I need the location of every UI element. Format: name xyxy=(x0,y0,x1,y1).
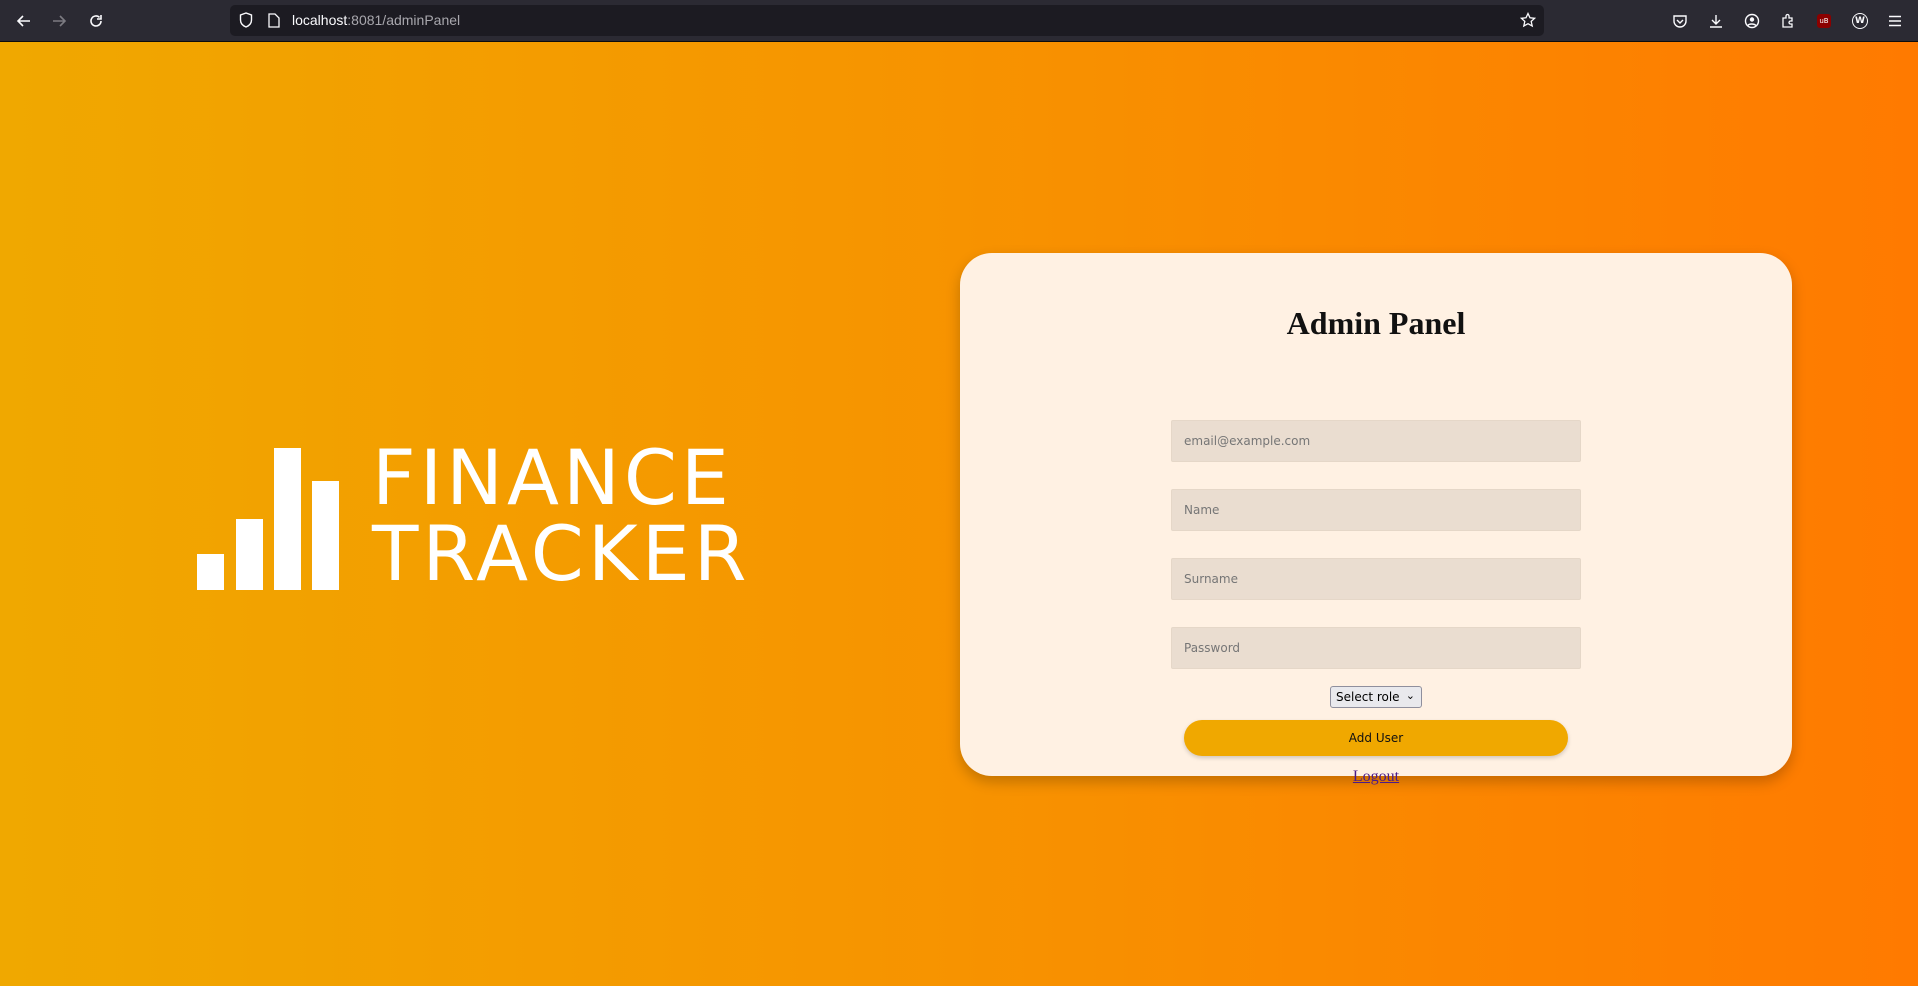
bookmark-star-icon[interactable] xyxy=(1519,11,1537,29)
logo-wordmark: FINANCE TRACKER xyxy=(372,440,751,592)
logo-line-2: TRACKER xyxy=(372,509,751,598)
add-user-button[interactable]: Add User xyxy=(1184,720,1568,756)
page-background: FINANCE TRACKER Admin Panel Select role … xyxy=(0,42,1918,986)
surname-field[interactable] xyxy=(1171,558,1581,600)
page-icon[interactable] xyxy=(265,11,283,29)
name-field[interactable] xyxy=(1171,489,1581,531)
account-icon[interactable] xyxy=(1741,10,1763,32)
forward-icon xyxy=(53,15,67,27)
reload-icon xyxy=(90,15,102,27)
extensions-icon[interactable] xyxy=(1777,10,1799,32)
menu-icon[interactable] xyxy=(1884,10,1906,32)
role-select[interactable]: Select role ⌄ xyxy=(1330,686,1422,708)
page-title: Admin Panel xyxy=(1286,305,1466,341)
pocket-icon[interactable] xyxy=(1669,10,1691,32)
back-button[interactable] xyxy=(12,9,36,33)
email-field[interactable] xyxy=(1171,420,1581,462)
role-select-value: Select role xyxy=(1336,690,1400,704)
logo-line-1: FINANCE xyxy=(372,433,733,522)
url-host: localhost xyxy=(292,12,348,28)
url-bar[interactable]: localhost:8081/adminPanel xyxy=(230,5,1544,36)
chevron-down-icon: ⌄ xyxy=(1405,689,1415,702)
ublock-icon[interactable]: uB xyxy=(1813,10,1835,32)
logo-bar-2 xyxy=(236,519,263,590)
wappalyzer-icon[interactable]: W xyxy=(1849,10,1871,32)
admin-panel-card: Admin Panel Select role ⌄ Add User Logou… xyxy=(960,253,1792,785)
password-field[interactable] xyxy=(1171,627,1581,669)
ublock-badge: uB xyxy=(1817,14,1831,28)
logout-link[interactable]: Logout xyxy=(1353,768,1399,785)
logo-bar-1 xyxy=(197,554,224,590)
reload-button[interactable] xyxy=(84,9,108,33)
url-text[interactable]: localhost:8081/adminPanel xyxy=(292,12,460,28)
logo-bar-3 xyxy=(274,448,301,590)
back-icon xyxy=(16,15,30,27)
browser-toolbar: localhost:8081/adminPanel uB W xyxy=(0,0,1918,42)
shield-icon[interactable] xyxy=(237,11,255,29)
finance-tracker-logo: FINANCE TRACKER xyxy=(197,440,757,592)
url-path: :8081/adminPanel xyxy=(347,12,461,28)
download-icon[interactable] xyxy=(1705,10,1727,32)
logo-bar-4 xyxy=(312,481,339,590)
forward-button[interactable] xyxy=(47,9,71,33)
wappalyzer-badge: W xyxy=(1852,13,1868,29)
logout-container: Logout xyxy=(960,768,1792,786)
